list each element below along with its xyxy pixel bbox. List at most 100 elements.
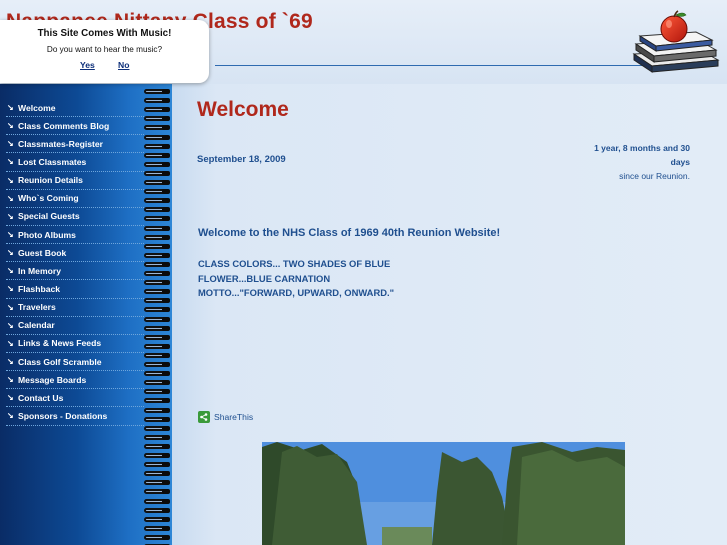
spiral-coil <box>142 352 170 359</box>
nav-arrow-icon: ↘ <box>7 357 14 367</box>
spiral-coil <box>142 470 170 477</box>
nav-arrow-icon: ↘ <box>7 139 14 149</box>
sidebar-item-label: Contact Us <box>18 392 64 403</box>
spiral-coil <box>142 416 170 423</box>
sidebar-item-who-s-coming[interactable]: ↘ Who`s Coming <box>6 190 144 208</box>
spiral-coil <box>142 188 170 195</box>
class-motto-line: MOTTO..."FORWARD, UPWARD, ONWARD." <box>198 287 395 298</box>
spiral-coil <box>142 525 170 532</box>
music-yes-link[interactable]: Yes <box>80 60 95 70</box>
nav-arrow-icon: ↘ <box>7 121 14 131</box>
class-flower-line: FLOWER...BLUE CARNATION <box>198 272 331 284</box>
sidebar-item-sponsors-donations[interactable]: ↘ Sponsors - Donations <box>6 407 144 426</box>
spiral-coil <box>142 215 170 222</box>
reunion-photo <box>262 442 625 545</box>
spiral-coil <box>142 161 170 168</box>
header-divider <box>215 65 655 66</box>
nav-arrow-icon: ↘ <box>7 411 14 421</box>
nav-arrow-icon: ↘ <box>7 266 14 276</box>
music-prompt-title: This Site Comes With Music! <box>37 28 172 39</box>
spiral-coil <box>142 270 170 277</box>
spiral-coil <box>142 143 170 150</box>
sidebar-item-label: Flashback <box>18 283 61 294</box>
music-prompt-dialog: This Site Comes With Music! Do you want … <box>0 20 209 83</box>
spiral-coil <box>142 106 170 113</box>
sidebar-item-class-comments-blog[interactable]: ↘ Class Comments Blog <box>6 117 144 136</box>
sidebar-item-label: Travelers <box>18 302 56 313</box>
sidebar-item-lost-classmates[interactable]: ↘ Lost Classmates <box>6 153 144 172</box>
spiral-coil <box>142 152 170 159</box>
spiral-coil <box>142 334 170 341</box>
countdown-caption: since our Reunion. <box>619 171 690 181</box>
spiral-coil <box>142 461 170 468</box>
spiral-coil <box>142 88 170 95</box>
sidebar-item-reunion-details[interactable]: ↘ Reunion Details <box>6 172 144 190</box>
spiral-coil <box>142 170 170 177</box>
spiral-coil <box>142 206 170 213</box>
nav-arrow-icon: ↘ <box>7 230 14 240</box>
countdown-value: 1 year, 8 months and 30 days <box>594 143 690 167</box>
spiral-coil <box>142 407 170 414</box>
spiral-coil <box>142 234 170 241</box>
sidebar-item-label: Lost Classmates <box>18 156 87 167</box>
sidebar-item-in-memory[interactable]: ↘ In Memory <box>6 262 144 281</box>
sidebar-item-photo-albums[interactable]: ↘ Photo Albums <box>6 226 144 245</box>
spiral-coil <box>142 507 170 514</box>
reunion-countdown: 1 year, 8 months and 30 days since our R… <box>575 141 690 183</box>
spiral-coil <box>142 225 170 232</box>
spiral-coil <box>142 452 170 459</box>
sidebar-item-links-news-feeds[interactable]: ↘ Links & News Feeds <box>6 335 144 353</box>
spiral-coil <box>142 288 170 295</box>
spiral-coil <box>142 343 170 350</box>
sidebar-item-message-boards[interactable]: ↘ Message Boards <box>6 371 144 390</box>
spiral-coil <box>142 397 170 404</box>
share-this-button[interactable]: ShareThis <box>198 411 253 423</box>
sidebar-item-label: Class Golf Scramble <box>18 356 102 367</box>
nav-arrow-icon: ↘ <box>7 157 14 167</box>
sidebar-item-label: Classmates-Register <box>18 138 104 149</box>
spiral-coil <box>142 97 170 104</box>
spiral-coil <box>142 297 170 304</box>
sidebar-item-travelers[interactable]: ↘ Travelers <box>6 299 144 317</box>
sidebar-item-special-guests[interactable]: ↘ Special Guests <box>6 208 144 226</box>
sidebar-item-contact-us[interactable]: ↘ Contact Us <box>6 389 144 408</box>
spiral-coil <box>142 124 170 131</box>
sidebar-item-label: Links & News Feeds <box>18 338 102 349</box>
spiral-coil <box>142 434 170 441</box>
spiral-coil <box>142 534 170 541</box>
spiral-coil <box>142 134 170 141</box>
spiral-coil <box>142 488 170 495</box>
spiral-coil <box>142 479 170 486</box>
spiral-coil <box>142 443 170 450</box>
page-title: Welcome <box>197 98 289 121</box>
music-no-link[interactable]: No <box>118 60 129 70</box>
sidebar-item-label: Welcome <box>18 102 56 113</box>
spiral-coil <box>142 325 170 332</box>
nav-arrow-icon: ↘ <box>7 320 14 330</box>
spiral-coil <box>142 379 170 386</box>
nav-arrow-icon: ↘ <box>7 284 14 294</box>
sidebar-item-class-golf-scramble[interactable]: ↘ Class Golf Scramble <box>6 353 144 372</box>
nav-arrow-icon: ↘ <box>7 375 14 385</box>
spiral-coil <box>142 179 170 186</box>
sidebar-item-guest-book[interactable]: ↘ Guest Book <box>6 244 144 263</box>
sidebar-item-classmates-register[interactable]: ↘ Classmates-Register <box>6 135 144 154</box>
class-colors-line: CLASS COLORS... TWO SHADES OF BLUE <box>198 258 391 269</box>
sidebar-nav: ↘ Welcome ↘ Class Comments Blog ↘ Classmates-… <box>6 99 144 426</box>
nav-arrow-icon: ↘ <box>7 103 14 113</box>
spiral-coil <box>142 361 170 368</box>
sidebar-item-label: Who`s Coming <box>18 193 79 204</box>
spiral-coil <box>142 516 170 523</box>
sidebar-item-label: In Memory <box>18 265 61 276</box>
sidebar-item-flashback[interactable]: ↘ Flashback <box>6 280 144 299</box>
spiral-coil <box>142 197 170 204</box>
spiral-coil <box>142 279 170 286</box>
welcome-message: Welcome to the NHS Class of 1969 40th Re… <box>198 227 501 239</box>
notebook-spiral <box>142 84 172 545</box>
sidebar-item-label: Class Comments Blog <box>18 120 110 131</box>
sidebar-item-welcome[interactable]: ↘ Welcome <box>6 99 144 118</box>
sidebar-item-calendar[interactable]: ↘ Calendar <box>6 317 144 335</box>
apple-on-books-icon <box>632 10 720 73</box>
spiral-coil <box>142 261 170 268</box>
nav-arrow-icon: ↘ <box>7 302 14 312</box>
